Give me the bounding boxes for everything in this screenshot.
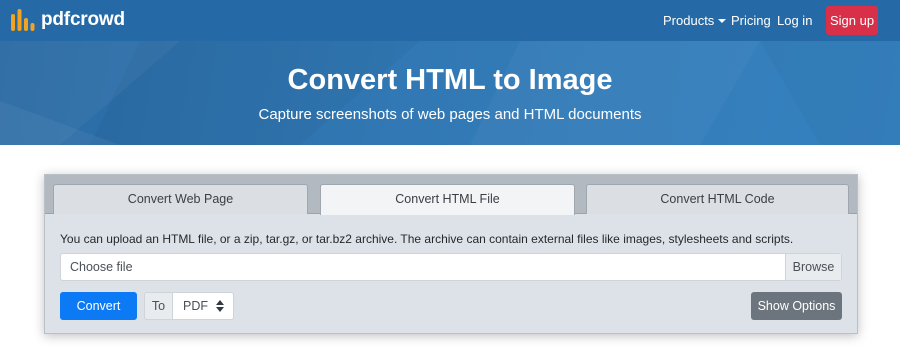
convert-button[interactable]: Convert — [60, 292, 137, 320]
tab-convert-html-code[interactable]: Convert HTML Code — [586, 184, 849, 214]
page-subtitle: Capture screenshots of web pages and HTM… — [258, 106, 642, 123]
to-label: To — [144, 292, 173, 320]
signup-button[interactable]: Sign up — [826, 6, 878, 35]
converter-card: Convert Web Page Convert HTML File Conve… — [44, 174, 858, 334]
upload-info-text: You can upload an HTML file, or a zip, t… — [60, 232, 794, 246]
show-options-button[interactable]: Show Options — [751, 292, 842, 320]
nav-pricing-link[interactable]: Pricing — [731, 13, 771, 29]
page-title: Convert HTML to Image — [287, 64, 613, 96]
bar-chart-logo-icon — [11, 9, 35, 31]
nav-products-dropdown[interactable]: Products — [663, 13, 727, 29]
brand-logo[interactable]: pdfcrowd — [11, 8, 125, 32]
nav-login-link[interactable]: Log in — [777, 13, 812, 29]
file-upload-input[interactable]: Choose file Browse — [60, 253, 842, 281]
converter-tabs: Convert Web Page Convert HTML File Conve… — [45, 175, 857, 215]
tab-convert-html-file[interactable]: Convert HTML File — [320, 184, 575, 215]
top-navbar: pdfcrowd Products Pricing Log in Sign up — [0, 0, 900, 41]
file-input-label: Choose file — [70, 260, 133, 274]
output-format-select[interactable]: PDF — [173, 292, 234, 320]
brand-name: pdfcrowd — [41, 9, 125, 30]
nav-products-label: Products — [663, 13, 715, 28]
browse-button[interactable]: Browse — [785, 254, 841, 280]
caret-down-icon — [718, 19, 727, 23]
tab-convert-web-page[interactable]: Convert Web Page — [53, 184, 308, 214]
select-updown-icon — [216, 300, 224, 312]
output-format-value: PDF — [183, 299, 208, 313]
hero-banner: Convert HTML to Image Capture screenshot… — [0, 41, 900, 145]
